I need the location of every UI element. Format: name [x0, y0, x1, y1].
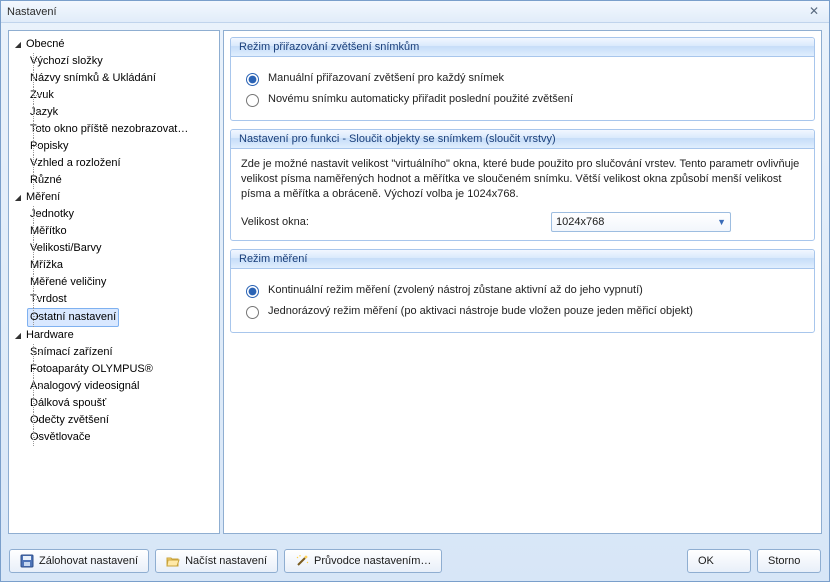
- save-icon: [20, 554, 34, 568]
- tree-item[interactable]: Ostatní nastavení: [27, 308, 119, 327]
- button-label: Načíst nastavení: [185, 555, 267, 567]
- button-label: Storno: [768, 555, 800, 567]
- load-button[interactable]: Načíst nastavení: [155, 549, 278, 573]
- close-icon[interactable]: ✕: [805, 4, 823, 20]
- folder-open-icon: [166, 554, 180, 568]
- group-zoom-mode: Režim přiřazování zvětšení snímkům Manuá…: [230, 37, 815, 121]
- button-label: Zálohovat nastavení: [39, 555, 138, 567]
- tree-item[interactable]: Analogový videosignál: [27, 378, 142, 395]
- tree-section-measurement[interactable]: Měření: [23, 189, 63, 206]
- group-title: Režim přiřazování zvětšení snímkům: [231, 38, 814, 57]
- dialog-footer: Zálohovat nastavení Načíst nastavení Prů…: [1, 541, 829, 581]
- group-title: Režim měření: [231, 250, 814, 269]
- window-title: Nastavení: [7, 6, 57, 18]
- tree-item[interactable]: Vzhled a rozložení: [27, 155, 124, 172]
- tree-item[interactable]: Zvuk: [27, 87, 57, 104]
- tree-item[interactable]: Toto okno příště nezobrazovat…: [27, 121, 191, 138]
- ok-button[interactable]: OK: [687, 549, 751, 573]
- cancel-button[interactable]: Storno: [757, 549, 821, 573]
- radio-label: Manuální přiřazovaní zvětšení pro každý …: [268, 72, 504, 84]
- tree-caret-icon[interactable]: [13, 189, 23, 206]
- window-size-combo[interactable]: 1024x768 ▼: [551, 212, 731, 232]
- radio-label: Novému snímku automaticky přiřadit posle…: [268, 93, 573, 105]
- tree-section-hardware[interactable]: Hardware: [23, 327, 77, 344]
- backup-button[interactable]: Zálohovat nastavení: [9, 549, 149, 573]
- button-label: OK: [698, 555, 714, 567]
- dialog-body: ObecnéVýchozí složkyNázvy snímků & Uklád…: [1, 23, 829, 541]
- radio-auto-zoom[interactable]: [246, 94, 259, 107]
- radio-label: Jednorázový režim měření (po aktivaci ná…: [268, 305, 693, 317]
- tree-item[interactable]: Názvy snímků & Ukládání: [27, 70, 159, 87]
- button-label: Průvodce nastavením…: [314, 555, 431, 567]
- merge-description: Zde je možné nastavit velikost "virtuáln…: [241, 157, 804, 202]
- group-merge-layers: Nastavení pro funkci - Sloučit objekty s…: [230, 129, 815, 241]
- group-measure-mode: Režim měření Kontinuální režim měření (z…: [230, 249, 815, 333]
- wand-icon: [295, 554, 309, 568]
- radio-label: Kontinuální režim měření (zvolený nástro…: [268, 284, 643, 296]
- radio-continuous[interactable]: [246, 285, 259, 298]
- settings-window: Nastavení ✕ ObecnéVýchozí složkyNázvy sn…: [0, 0, 830, 582]
- chevron-down-icon: ▼: [717, 217, 726, 227]
- radio-single[interactable]: [246, 306, 259, 319]
- wizard-button[interactable]: Průvodce nastavením…: [284, 549, 442, 573]
- group-title: Nastavení pro funkci - Sloučit objekty s…: [231, 130, 814, 149]
- radio-manual-zoom[interactable]: [246, 73, 259, 86]
- content-panel: Režim přiřazování zvětšení snímkům Manuá…: [223, 30, 822, 534]
- tree-section-general[interactable]: Obecné: [23, 36, 68, 53]
- nav-tree[interactable]: ObecnéVýchozí složkyNázvy snímků & Uklád…: [8, 30, 220, 534]
- window-size-label: Velikost okna:: [241, 216, 551, 228]
- tree-caret-icon[interactable]: [13, 327, 23, 344]
- tree-item[interactable]: Fotoaparáty OLYMPUS®: [27, 361, 156, 378]
- titlebar: Nastavení ✕: [1, 1, 829, 23]
- combo-value: 1024x768: [556, 216, 604, 228]
- tree-caret-icon[interactable]: [13, 36, 23, 53]
